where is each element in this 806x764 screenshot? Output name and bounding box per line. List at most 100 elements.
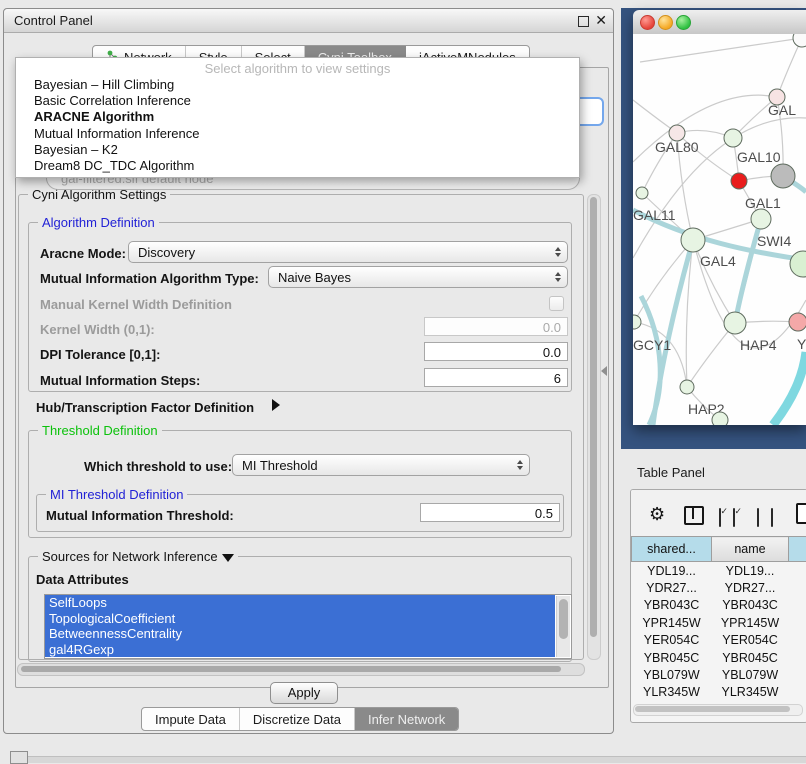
table-row[interactable]: YDR27...YDR27...12: [632, 579, 806, 596]
table-cell[interactable]: YBR045C: [632, 649, 712, 666]
table-row[interactable]: YPR145WYPR145W9.: [632, 614, 806, 631]
apply-button[interactable]: Apply: [270, 682, 338, 704]
algorithm-option-basic-correlation-inference[interactable]: Basic Correlation Inference: [16, 93, 579, 109]
bottom-tab-infer-network[interactable]: Infer Network: [355, 708, 458, 730]
table-cell[interactable]: YBR045C: [712, 649, 789, 666]
settings-horizontal-scrollbar[interactable]: [17, 663, 585, 676]
table-cell[interactable]: YPR145W: [712, 614, 789, 631]
algorithm-option-dream8-dc-tdc-algorithm[interactable]: Dream8 DC_TDC Algorithm: [16, 158, 579, 174]
sources-title[interactable]: Sources for Network Inference: [38, 549, 238, 564]
network-node[interactable]: [793, 34, 806, 47]
settings-vertical-scrollbar[interactable]: [587, 194, 601, 660]
attribute-item-gal4rgexp[interactable]: gal4RGexp: [45, 642, 555, 658]
table-row[interactable]: YER054CYER054C8.: [632, 632, 806, 649]
table-cell[interactable]: 8.: [789, 632, 806, 649]
network-node-gal1[interactable]: [731, 173, 747, 189]
select-all-checkboxes-icon[interactable]: [719, 508, 721, 527]
mi-steps-label: Mutual Information Steps:: [40, 373, 200, 388]
bottom-left-widget[interactable]: [10, 751, 28, 764]
table-cell[interactable]: YDL19...: [632, 562, 712, 580]
network-node[interactable]: [771, 164, 795, 188]
network-window-titlebar[interactable]: [633, 10, 806, 35]
which-threshold-select[interactable]: MI Threshold: [232, 454, 530, 476]
table-cell[interactable]: 9.: [789, 649, 806, 666]
table-cell[interactable]: YBR043C: [712, 597, 789, 614]
dpi-tolerance-field[interactable]: 0.0: [424, 342, 568, 361]
table-cell[interactable]: YER054C: [712, 632, 789, 649]
attribute-item-betweennesscentrality[interactable]: BetweennessCentrality: [45, 626, 555, 642]
table-cell[interactable]: YER054C: [632, 632, 712, 649]
table-cell[interactable]: YDR27...: [632, 579, 712, 596]
deselect-all-checkboxes-icon[interactable]: [757, 508, 759, 527]
column-header-clipped[interactable]: [789, 537, 806, 562]
network-node-hap4[interactable]: [724, 312, 746, 334]
table-row[interactable]: YBL079WYBL079W: [632, 666, 806, 683]
network-node-gcy1[interactable]: [633, 315, 641, 329]
minimize-traffic-light[interactable]: [658, 15, 673, 30]
zoom-traffic-light[interactable]: [676, 15, 691, 30]
table-cell[interactable]: YBR043C: [632, 597, 712, 614]
network-node[interactable]: [712, 412, 728, 425]
bottom-tab-impute-data[interactable]: Impute Data: [142, 708, 240, 730]
algorithm-option-aracne-algorithm[interactable]: ARACNE Algorithm: [16, 109, 579, 125]
table-cell[interactable]: 9.: [789, 614, 806, 631]
table-row[interactable]: YLR345WYLR345W9.: [632, 684, 806, 701]
bottom-tab-discretize-data[interactable]: Discretize Data: [240, 708, 355, 730]
table-cell[interactable]: YBL079W: [712, 666, 789, 683]
expand-arrow-icon[interactable]: [272, 399, 280, 411]
table-row[interactable]: YBR045CYBR045C9.: [632, 649, 806, 666]
table-cell[interactable]: YLR345W: [632, 684, 712, 701]
network-edge[interactable]: [640, 38, 802, 62]
network-node-swi4[interactable]: [790, 251, 806, 277]
kernel-width-field[interactable]: 0.0: [424, 317, 568, 336]
close-traffic-light[interactable]: [640, 15, 655, 30]
network-node-gal4[interactable]: [681, 228, 705, 252]
mi-type-select[interactable]: Naive Bayes: [268, 266, 568, 288]
network-node-y[interactable]: [789, 313, 806, 331]
table-cell[interactable]: [789, 597, 806, 614]
table-row[interactable]: YDL19...YDL19...13: [632, 562, 806, 580]
table-cell[interactable]: YPR145W: [632, 614, 712, 631]
network-edge-thick[interactable]: [773, 352, 806, 425]
algorithm-option-bayesian-hill-climbing[interactable]: Bayesian – Hill Climbing: [16, 77, 579, 93]
network-node-gal11[interactable]: [636, 187, 648, 199]
mi-steps-field[interactable]: 6: [424, 368, 568, 387]
network-node-hap2[interactable]: [680, 380, 694, 394]
table-cell[interactable]: [789, 666, 806, 683]
attribute-item-topologicalcoefficient[interactable]: TopologicalCoefficient: [45, 611, 555, 627]
column-header-name[interactable]: name: [712, 537, 789, 562]
mi-threshold-field[interactable]: 0.5: [420, 503, 560, 522]
select-all-checkboxes-icon[interactable]: [733, 508, 735, 527]
table-cell[interactable]: YLR345W: [712, 684, 789, 701]
table-cell[interactable]: YDL19...: [712, 562, 789, 580]
table-horizontal-scrollbar[interactable]: [633, 704, 803, 716]
table-cell[interactable]: YDR27...: [712, 579, 789, 596]
network-node-gal10[interactable]: [724, 129, 742, 147]
table-cell[interactable]: YBL079W: [632, 666, 712, 683]
aracne-mode-select[interactable]: Discovery: [128, 241, 568, 263]
network-graph[interactable]: GALGAL80GAL10GAL1GAL11GAL4SWI4GCY1HAP4YH…: [633, 34, 806, 425]
attributes-list-scrollbar[interactable]: [556, 596, 570, 657]
manual-kernel-checkbox[interactable]: [549, 296, 564, 311]
settings-gear-icon[interactable]: ⚙: [649, 505, 665, 523]
hub-section-label[interactable]: Hub/Transcription Factor Definition: [36, 400, 254, 415]
table-cell[interactable]: 9.: [789, 684, 806, 701]
column-layout-icon[interactable]: [684, 506, 704, 525]
deselect-all-checkboxes-icon[interactable]: [771, 508, 773, 527]
attribute-item-selfloops[interactable]: SelfLoops: [45, 595, 555, 611]
table-cell[interactable]: 13: [789, 562, 806, 580]
float-window-icon[interactable]: [578, 16, 589, 27]
algorithm-option-bayesian-k2[interactable]: Bayesian – K2: [16, 142, 579, 158]
close-icon[interactable]: ✕: [595, 12, 607, 29]
splitter-collapse-handle[interactable]: [601, 366, 607, 376]
network-edge[interactable]: [777, 38, 802, 97]
network-edge-thick[interactable]: [641, 296, 660, 425]
control-panel-titlebar[interactable]: Control Panel ✕: [4, 9, 613, 33]
column-header-shared[interactable]: shared...: [632, 537, 712, 562]
network-edge[interactable]: [687, 323, 735, 387]
document-icon[interactable]: [796, 503, 806, 524]
table-cell[interactable]: 12: [789, 579, 806, 596]
network-node[interactable]: [751, 209, 771, 229]
table-row[interactable]: YBR043CYBR043C: [632, 597, 806, 614]
algorithm-option-mutual-information-inference[interactable]: Mutual Information Inference: [16, 126, 579, 142]
